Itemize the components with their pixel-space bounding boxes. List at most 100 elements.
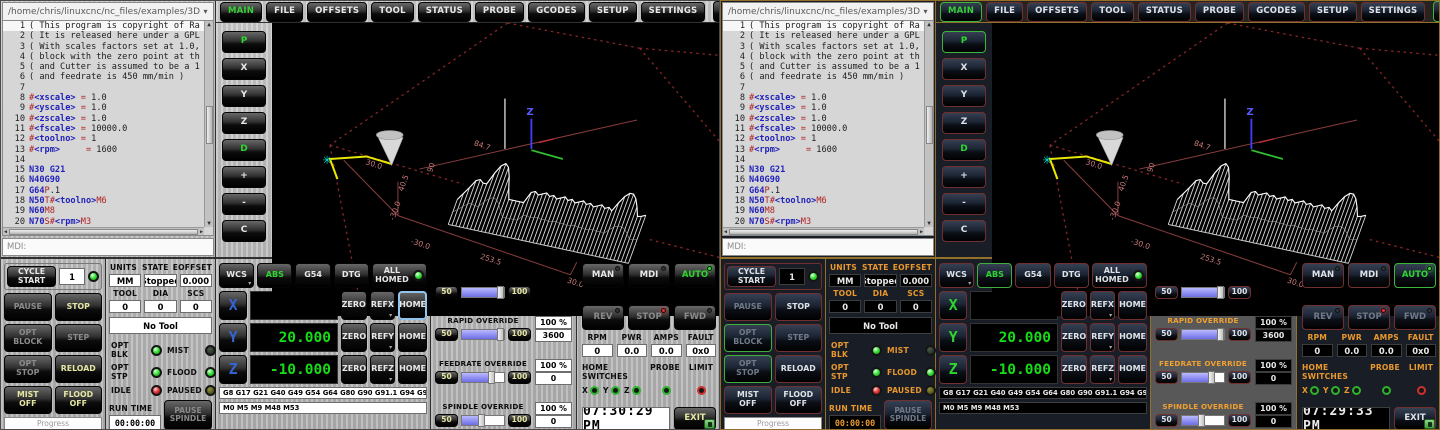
mdi-mode-button[interactable]: MDI [628, 263, 670, 288]
spindle-stop-button[interactable]: STOP [628, 305, 670, 330]
scrollbar-thumb[interactable] [926, 106, 933, 144]
gcode-line[interactable]: 9#<yscale> = 1.0 [723, 103, 933, 113]
max-velocity-slider[interactable] [461, 287, 505, 298]
menu-gcodes-button[interactable]: GCODES [528, 2, 585, 22]
dimensions-toggle-button[interactable]: D [942, 139, 986, 161]
override-max-button[interactable]: 100 [1228, 371, 1251, 384]
y-home-button[interactable]: HOME [398, 323, 427, 352]
machine-on-button[interactable]: MACHINE ON [713, 1, 720, 22]
vertical-scrollbar[interactable]: ▲▼ [924, 21, 933, 227]
slider-handle[interactable] [478, 414, 485, 427]
manual-mode-button[interactable]: MAN [582, 263, 624, 288]
feedrate-slider[interactable] [461, 372, 505, 383]
override-min-button[interactable]: 50 [1155, 328, 1178, 341]
gcode-line[interactable]: 16N40G90 [723, 175, 933, 185]
scrollbar-thumb[interactable] [9, 229, 198, 235]
y-ref-button[interactable]: REFY▾ [370, 323, 395, 352]
y-axis-button[interactable]: Y [939, 323, 967, 352]
y-view-button[interactable]: Y [942, 85, 986, 107]
z-zero-button[interactable]: ZERO [1061, 355, 1087, 384]
wcs-dropdown-button[interactable]: WCS▾ [219, 263, 254, 288]
rapid-slider[interactable] [1181, 329, 1225, 340]
gcode-line[interactable]: 9#<yscale> = 1.0 [3, 103, 213, 113]
x-zero-button[interactable]: ZERO [341, 291, 367, 320]
scroll-up-icon[interactable]: ▲ [207, 21, 211, 28]
y-ref-button[interactable]: REFY▾ [1090, 323, 1115, 352]
gcode-line[interactable]: 14 [723, 155, 933, 165]
dtg-mode-button[interactable]: DTG [1054, 263, 1089, 288]
pause-spindle-button[interactable]: PAUSE SPINDLE [884, 400, 932, 430]
mdi-input[interactable]: MDI: [2, 238, 214, 256]
auto-mode-button[interactable]: AUTO [1394, 263, 1436, 288]
chevron-down-icon[interactable]: ▾ [920, 7, 931, 16]
gcode-line-selected[interactable]: 1( This program is copyright of Ra [3, 21, 213, 31]
scroll-left-icon[interactable]: ◀ [4, 229, 7, 235]
gcode-line[interactable]: 11#<fscale> = 10000.0 [723, 124, 933, 134]
menu-file-button[interactable]: FILE [986, 2, 1023, 22]
gcode-line[interactable]: 4( block with the zero point at th [3, 52, 213, 62]
mdi-mode-button[interactable]: MDI [1348, 263, 1390, 288]
spindle-fwd-button[interactable]: FWD [1394, 305, 1436, 330]
gcode-listing[interactable]: 1( This program is copyright of Ra 2( It… [2, 21, 214, 236]
scrollbar-thumb[interactable] [206, 106, 213, 144]
abs-mode-button[interactable]: ABS [257, 263, 292, 288]
gcode-line[interactable]: 7 [723, 83, 933, 93]
auto-mode-button[interactable]: AUTO [674, 263, 716, 288]
menu-settings-button[interactable]: SETTINGS [641, 2, 706, 22]
gcode-listing[interactable]: 1( This program is copyright of Ra 2( It… [722, 21, 934, 236]
gcode-line[interactable]: 20N70S#<rpm>M3 [3, 217, 213, 227]
feedrate-slider[interactable] [1181, 372, 1225, 383]
machine-on-button[interactable]: MACHINE ON [1433, 1, 1440, 22]
z-home-button[interactable]: HOME [1118, 355, 1147, 384]
stop-button[interactable]: STOP [55, 293, 103, 321]
slider-handle[interactable] [497, 328, 504, 341]
x-home-button[interactable]: HOME [1118, 291, 1147, 320]
perspective-view-button[interactable]: P [942, 31, 986, 53]
gcode-file-combobox[interactable]: /home/chris/linuxcnc/nc_files/examples/3… [722, 2, 934, 21]
opt-block-button[interactable]: OPT BLOCK [724, 324, 772, 352]
y-zero-button[interactable]: ZERO [1061, 323, 1087, 352]
x-axis-button[interactable]: X [939, 291, 967, 320]
x-ref-button[interactable]: REFX▾ [1090, 291, 1115, 320]
slider-handle[interactable] [1217, 328, 1224, 341]
spindle-rev-button[interactable]: REV [582, 305, 624, 330]
menu-settings-button[interactable]: SETTINGS [1361, 2, 1426, 22]
step-button[interactable]: STEP [775, 324, 823, 352]
menu-main-button[interactable]: MAIN [220, 2, 262, 22]
override-max-button[interactable]: 100 [1228, 414, 1251, 427]
gcode-line[interactable]: 5( and Cutter is assumed to be a 1 [3, 62, 213, 72]
y-axis-button[interactable]: Y [219, 323, 247, 352]
gcode-line[interactable]: 18N50T#<toolno>M6 [3, 196, 213, 206]
gcode-line[interactable]: 6( and feedrate is 450 mm/min ) [723, 72, 933, 82]
menu-file-button[interactable]: FILE [266, 2, 303, 22]
wcs-dropdown-button[interactable]: WCS▾ [939, 263, 974, 288]
gcode-line[interactable]: 3( With scales factors set at 1.0, [3, 42, 213, 52]
gcode-line[interactable]: 12#<toolno> = 1 [3, 134, 213, 144]
perspective-view-button[interactable]: P [222, 31, 266, 53]
gcode-line[interactable]: 19N60M8 [723, 206, 933, 216]
chevron-down-icon[interactable]: ▾ [200, 7, 211, 16]
reload-button[interactable]: RELOAD [55, 355, 103, 383]
override-max-button[interactable]: 100 [508, 371, 531, 384]
z-axis-button[interactable]: Z [939, 355, 967, 384]
gcode-line[interactable]: 3( With scales factors set at 1.0, [723, 42, 933, 52]
gcode-line[interactable]: 14 [3, 155, 213, 165]
zoom-in-button[interactable]: + [942, 166, 986, 188]
cycle-start-button[interactable]: CYCLE START [727, 266, 776, 287]
override-max-button[interactable]: 100 [508, 328, 531, 341]
gcode-line[interactable]: 4( block with the zero point at th [723, 52, 933, 62]
gcode-line[interactable]: 13#<rpm> = 1600 [723, 145, 933, 155]
z-axis-button[interactable]: Z [219, 355, 247, 384]
x-view-button[interactable]: X [942, 58, 986, 80]
gcode-line[interactable]: 2( It is released here under a GPL [723, 31, 933, 41]
vertical-scrollbar[interactable]: ▲▼ [204, 21, 213, 227]
spindle-stop-button[interactable]: STOP [1348, 305, 1390, 330]
opt-stop-button[interactable]: OPT STOP [4, 355, 52, 383]
mist-off-button[interactable]: MIST OFF [724, 386, 772, 414]
spindle-fwd-button[interactable]: FWD [674, 305, 716, 330]
horizontal-scrollbar[interactable]: ◀▶ [723, 227, 924, 235]
z-ref-button[interactable]: REFZ▾ [1090, 355, 1115, 384]
notifier-tray-icon[interactable] [704, 419, 715, 429]
z-zero-button[interactable]: ZERO [341, 355, 367, 384]
pause-spindle-button[interactable]: PAUSE SPINDLE [164, 400, 212, 430]
